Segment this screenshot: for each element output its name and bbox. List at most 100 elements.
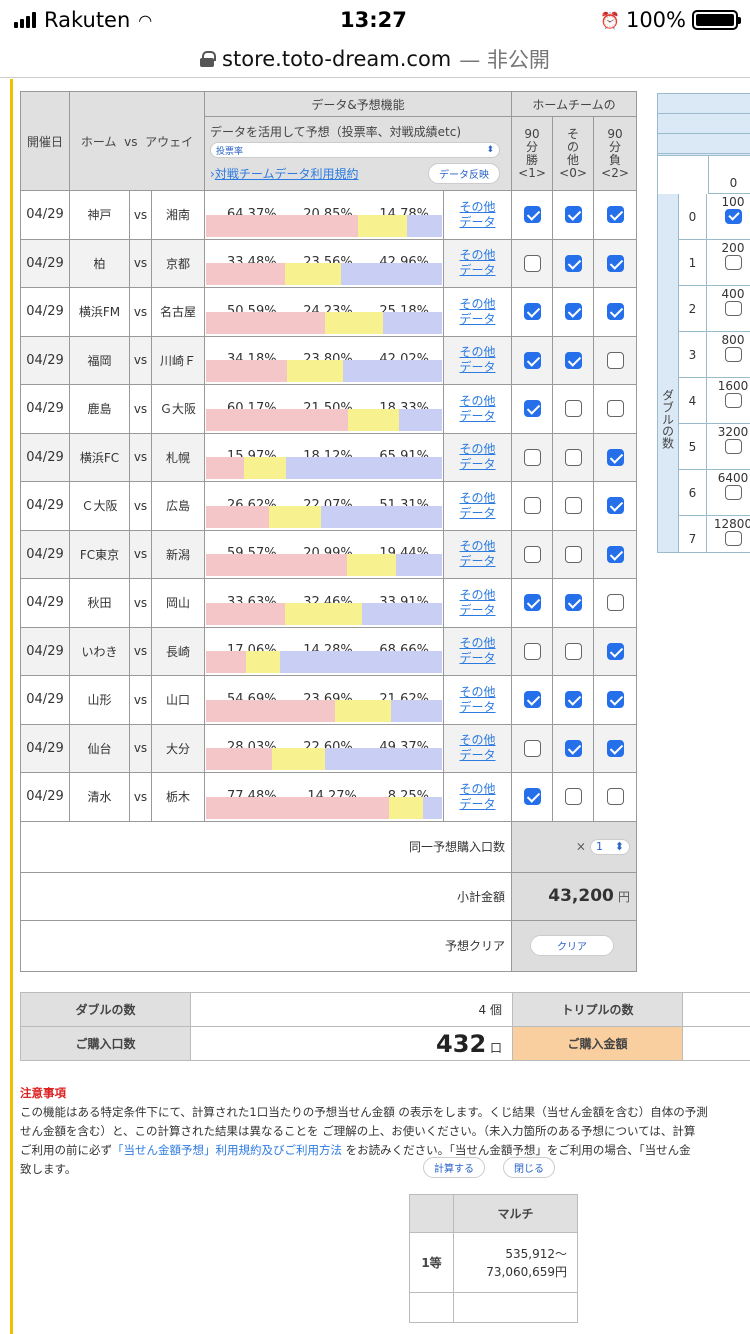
double-count-checkbox[interactable] bbox=[724, 531, 742, 546]
lose-checkbox[interactable] bbox=[606, 594, 624, 612]
lose-checkbox[interactable] bbox=[606, 642, 624, 660]
match-date: 04/29 bbox=[20, 238, 70, 288]
double-count-checkbox[interactable] bbox=[724, 301, 742, 316]
win-checkbox[interactable] bbox=[523, 254, 541, 272]
row-index: 6 bbox=[679, 470, 707, 515]
double-count-checkbox[interactable] bbox=[724, 347, 742, 362]
lose-checkbox[interactable] bbox=[606, 739, 624, 757]
vs-label: vs bbox=[129, 335, 152, 385]
other-data-link[interactable]: その他 データ bbox=[442, 287, 513, 337]
other-data-link[interactable]: その他 データ bbox=[442, 529, 513, 579]
lose-checkbox[interactable] bbox=[606, 497, 624, 515]
vs-label: vs bbox=[129, 723, 152, 773]
win-checkbox[interactable] bbox=[523, 400, 541, 418]
draw-checkbox[interactable] bbox=[564, 448, 582, 466]
other-data-link[interactable]: その他 データ bbox=[442, 238, 513, 288]
other-data-link[interactable]: その他 データ bbox=[442, 481, 513, 531]
match-date: 04/29 bbox=[20, 190, 70, 240]
away-team: Ｇ大阪 bbox=[151, 384, 205, 434]
win-checkbox[interactable] bbox=[523, 739, 541, 757]
win-checkbox[interactable] bbox=[523, 594, 541, 612]
lose-checkbox[interactable] bbox=[606, 254, 624, 272]
vote-rate-bar: 34.18%23.80%42.02% bbox=[204, 335, 444, 385]
win-checkbox[interactable] bbox=[523, 545, 541, 563]
win-checkbox[interactable] bbox=[523, 691, 541, 709]
other-data-link[interactable]: その他 データ bbox=[442, 772, 513, 822]
other-data-link[interactable]: その他 データ bbox=[442, 723, 513, 773]
row-index: 2 bbox=[679, 286, 707, 331]
vote-rate-select[interactable]: 投票率 ⬍ bbox=[210, 142, 500, 158]
clear-button[interactable]: クリア bbox=[530, 935, 615, 956]
win-checkbox[interactable] bbox=[523, 351, 541, 369]
quantity-select[interactable]: 1 ⬍ bbox=[590, 838, 631, 855]
draw-checkbox[interactable] bbox=[564, 400, 582, 418]
lose-checkbox[interactable] bbox=[606, 545, 624, 563]
win-checkbox[interactable] bbox=[523, 497, 541, 515]
table-row: 04/29神戸vs湘南64.37%20.85%14.78%その他データ bbox=[20, 190, 638, 240]
lose-checkbox[interactable] bbox=[606, 303, 624, 321]
lose-checkbox[interactable] bbox=[606, 206, 624, 224]
other-data-link[interactable]: その他 データ bbox=[442, 675, 513, 725]
close-button[interactable]: 閉じる bbox=[503, 1157, 555, 1178]
draw-checkbox[interactable] bbox=[564, 739, 582, 757]
draw-checkbox[interactable] bbox=[564, 206, 582, 224]
other-data-link[interactable]: その他 データ bbox=[442, 384, 513, 434]
lock-icon bbox=[200, 50, 217, 67]
vote-rate-bar: 26.62%22.07%51.31% bbox=[204, 481, 444, 531]
lose-checkbox[interactable] bbox=[606, 448, 624, 466]
lose-checkbox[interactable] bbox=[606, 788, 624, 806]
win-checkbox[interactable] bbox=[523, 642, 541, 660]
draw-checkbox[interactable] bbox=[564, 545, 582, 563]
other-data-link[interactable]: その他 データ bbox=[442, 335, 513, 385]
terms-usage-link[interactable]: 「当せん金額予想」利用規約及びご利用方法 bbox=[112, 1143, 342, 1157]
double-count-checkbox[interactable] bbox=[724, 209, 742, 224]
away-team: 湘南 bbox=[151, 190, 205, 240]
header-win: 90 分勝 <1> bbox=[511, 116, 554, 191]
draw-checkbox[interactable] bbox=[564, 254, 582, 272]
match-date: 04/29 bbox=[20, 772, 70, 822]
win-checkbox[interactable] bbox=[523, 303, 541, 321]
other-data-link[interactable]: その他 データ bbox=[442, 190, 513, 240]
triple-count-header: トリプルの数 bbox=[512, 992, 683, 1027]
away-team: 栃木 bbox=[151, 772, 205, 822]
row-index: 3 bbox=[679, 332, 707, 377]
vote-rate-bar: 59.57%20.99%19.44% bbox=[204, 529, 444, 579]
carrier-name: Rakuten bbox=[44, 8, 131, 32]
home-team: 横浜FM bbox=[69, 287, 130, 337]
home-team: いわき bbox=[69, 626, 130, 676]
draw-checkbox[interactable] bbox=[564, 351, 582, 369]
draw-checkbox[interactable] bbox=[564, 691, 582, 709]
draw-checkbox[interactable] bbox=[564, 788, 582, 806]
match-date: 04/29 bbox=[20, 723, 70, 773]
double-count-checkbox[interactable] bbox=[724, 485, 742, 500]
double-count-checkbox[interactable] bbox=[724, 255, 742, 270]
address-bar[interactable]: store.toto-dream.com — 非公開 bbox=[0, 40, 750, 78]
data-reflect-button[interactable]: データ反映 bbox=[428, 163, 501, 184]
draw-checkbox[interactable] bbox=[564, 497, 582, 515]
double-count-checkbox[interactable] bbox=[724, 439, 742, 454]
draw-checkbox[interactable] bbox=[564, 303, 582, 321]
win-checkbox[interactable] bbox=[523, 788, 541, 806]
same-count-cell: × 1 ⬍ bbox=[511, 820, 638, 873]
lose-checkbox[interactable] bbox=[606, 351, 624, 369]
other-data-link[interactable]: その他 データ bbox=[442, 626, 513, 676]
lose-checkbox[interactable] bbox=[606, 400, 624, 418]
draw-checkbox[interactable] bbox=[564, 642, 582, 660]
rank-1-amount: 535,912〜 73,060,659円 bbox=[453, 1232, 578, 1293]
terms-link[interactable]: ›対戦チームデータ利用規約 bbox=[210, 165, 358, 182]
lose-checkbox[interactable] bbox=[606, 691, 624, 709]
alarm-icon: ⏰ bbox=[600, 10, 620, 30]
win-checkbox[interactable] bbox=[523, 448, 541, 466]
draw-checkbox[interactable] bbox=[564, 594, 582, 612]
other-data-link[interactable]: その他 データ bbox=[442, 432, 513, 482]
vote-rate-bar: 33.48%23.56%42.96% bbox=[204, 238, 444, 288]
row-index: 7 bbox=[679, 516, 707, 552]
purchase-count-value: 432 口 bbox=[190, 1026, 513, 1061]
vs-label: vs bbox=[129, 675, 152, 725]
home-team: 山形 bbox=[69, 675, 130, 725]
other-data-link[interactable]: その他 データ bbox=[442, 578, 513, 628]
win-checkbox[interactable] bbox=[523, 206, 541, 224]
double-count-checkbox[interactable] bbox=[724, 393, 742, 408]
match-date: 04/29 bbox=[20, 335, 70, 385]
calculate-button[interactable]: 計算する bbox=[423, 1157, 485, 1178]
